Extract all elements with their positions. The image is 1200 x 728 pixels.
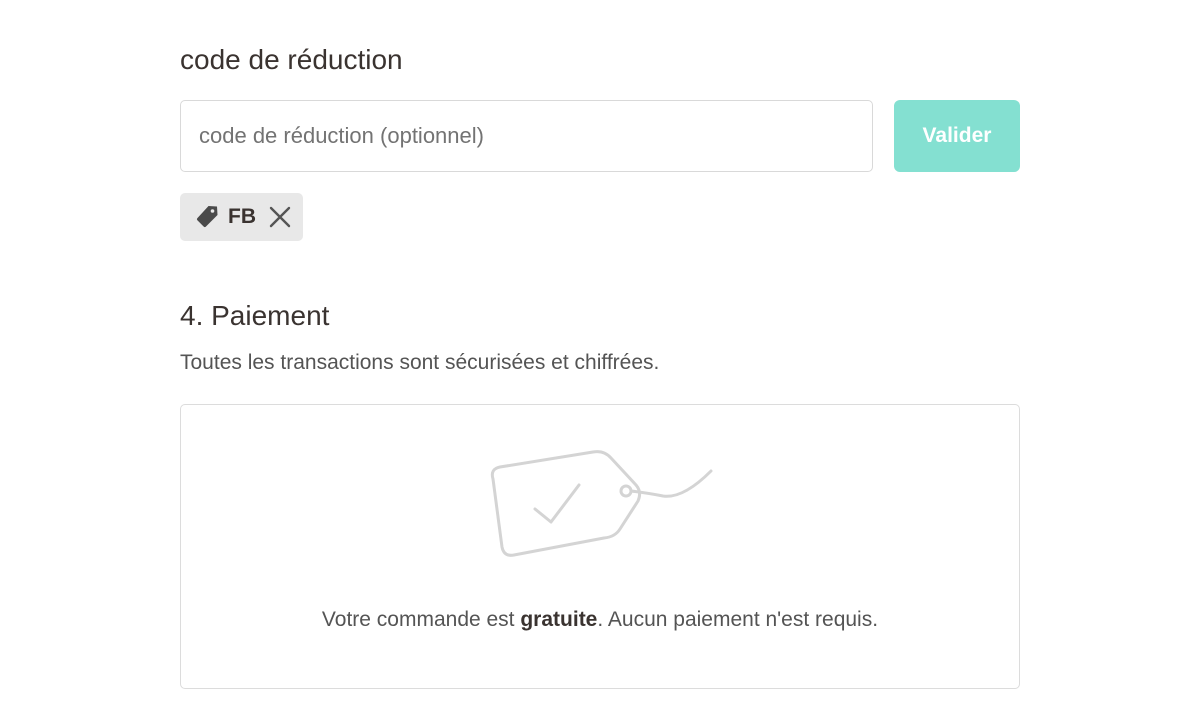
price-tag-check-illustration bbox=[490, 450, 713, 557]
validate-discount-button[interactable]: Valider bbox=[894, 100, 1020, 172]
free-message-start: Votre commande est bbox=[321, 608, 521, 631]
payment-section-title: 4. Paiement bbox=[180, 300, 330, 331]
free-order-message: Votre commande est gratuite. Aucun paiem… bbox=[181, 605, 1019, 635]
payment-security-note: Toutes les transactions sont sécurisées … bbox=[180, 351, 660, 374]
discount-section-title: code de réduction bbox=[180, 44, 403, 75]
close-icon[interactable] bbox=[268, 205, 292, 229]
applied-code-label: FB bbox=[228, 205, 256, 228]
free-message-highlight: gratuite bbox=[520, 608, 598, 631]
free-message-end: . Aucun paiement n'est requis. bbox=[597, 608, 879, 631]
discount-code-input[interactable] bbox=[180, 100, 873, 172]
applied-discount-chip: FB bbox=[180, 193, 303, 241]
tag-icon bbox=[194, 204, 220, 230]
free-order-panel: Votre commande est gratuite. Aucun paiem… bbox=[180, 404, 1020, 689]
